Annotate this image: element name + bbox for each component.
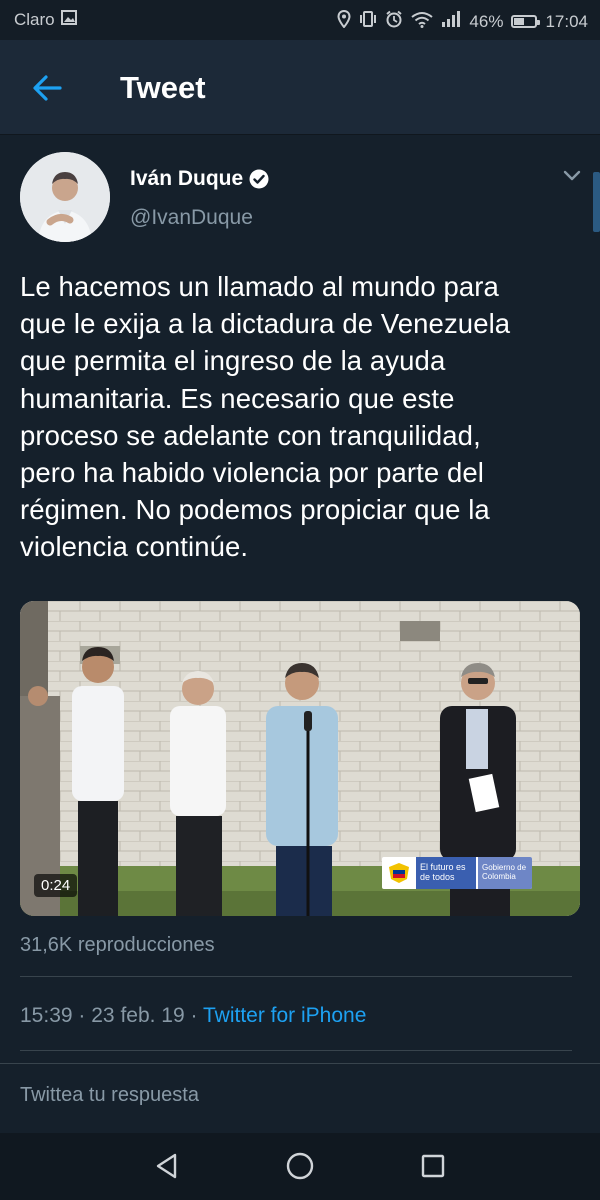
tweet-text-line: que le exija a la dictadura de Venezuela [20,308,511,340]
edge-indicator [593,172,600,232]
battery-icon [511,15,541,28]
tweet-text-line: violencia continúe. [20,531,249,563]
battery-percent: 46% [469,11,504,31]
video-player[interactable]: El futuro es de todos Gobierno de Colomb… [20,601,580,916]
tweet-menu-button[interactable] [560,166,584,186]
tweet-client-link[interactable]: Twitter for iPhone [203,1004,366,1027]
divider [20,976,572,977]
logo-main-text: El futuro es de todos [416,857,476,889]
status-bar: Claro 46% 17:04 [0,0,600,40]
alarm-icon [385,10,403,33]
reply-input[interactable]: Twittea tu respuesta [20,1084,199,1107]
tweet-text-line: pero ha habido violencia por parte del [20,457,484,489]
tweet-time: 15:39 [20,1004,73,1027]
government-logo: El futuro es de todos Gobierno de Colomb… [382,857,532,889]
tweet-text: Le hacemos un llamado al mundo para que … [20,268,565,566]
vibrate-icon [359,10,377,33]
meta-separator: · [190,1004,198,1027]
app-bar: Tweet [0,40,600,135]
back-button[interactable] [28,68,68,108]
view-count: 31,6K reproducciones [20,934,215,956]
author-handle[interactable]: @IvanDuque [130,206,253,230]
tweet-text-line: que permita el ingreso de la ayuda [20,345,446,377]
nav-home-button[interactable] [283,1149,317,1183]
signal-icon [441,11,461,32]
location-icon [337,9,351,33]
tweet-text-line: Le hacemos un llamado al mundo para [20,271,499,302]
nav-back-button[interactable] [150,1149,184,1183]
divider [20,1050,572,1051]
status-right: 46% 17:04 [337,9,588,33]
logo-sub-text: Gobierno de Colombia [478,857,532,889]
video-duration: 0:24 [34,874,78,897]
tweet-meta: 15:39 · 23 feb. 19 · Twitter for iPhone [20,1004,366,1028]
page-title: Tweet [120,70,206,105]
status-left: Claro [14,10,77,30]
coat-of-arms-icon [389,863,409,883]
verified-badge-icon [249,169,269,189]
clock: 17:04 [545,11,588,31]
recents-icon [421,1154,445,1178]
carrier-label: Claro [14,10,55,29]
tweet-text-line: proceso se adelante con tranquilidad, [20,419,481,451]
chevron-down-icon [563,170,581,181]
image-icon [60,10,77,30]
avatar[interactable] [20,152,110,242]
meta-separator: · [78,1004,86,1027]
arrow-left-icon [33,75,62,101]
tweet-text-line: humanitaria. Es necesario que este [20,382,455,414]
tweet-text-line: régimen. No podemos propiciar que la [20,494,490,526]
home-icon [286,1152,314,1180]
tweet-date: 23 feb. 19 [91,1004,185,1027]
author-name: Iván Duque [130,167,244,190]
wifi-icon [411,11,434,33]
back-icon [156,1153,177,1179]
author-name-row[interactable]: Iván Duque [130,167,269,191]
nav-recents-button[interactable] [416,1149,450,1183]
system-nav-bar [0,1133,600,1200]
